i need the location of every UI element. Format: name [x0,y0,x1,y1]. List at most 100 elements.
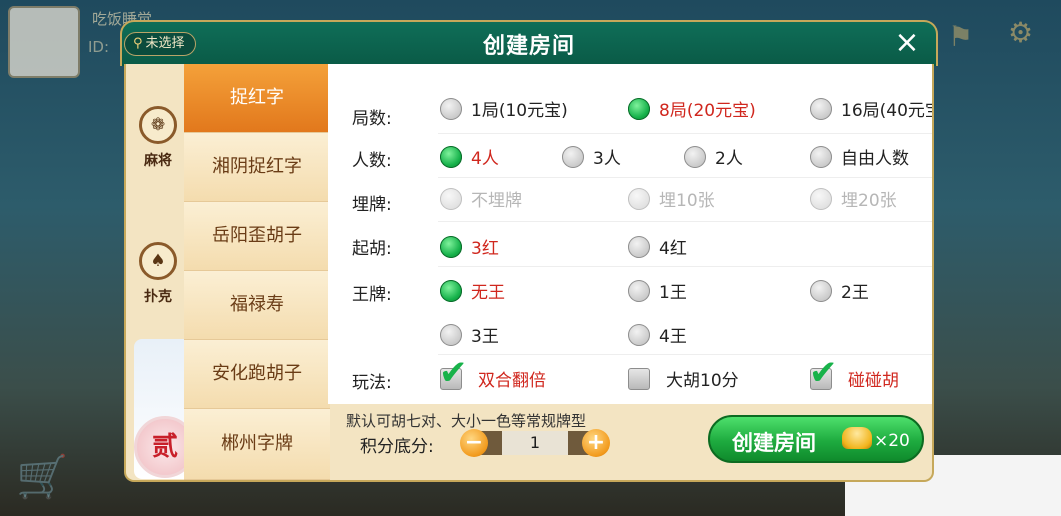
play-option-pengpeng[interactable]: 碰碰胡 [809,353,899,393]
play-label: 玩法: [352,373,392,393]
mahjong-icon: ❁ [139,106,177,144]
radio-icon [810,145,832,168]
option-text: 3王 [471,327,499,347]
radio-icon [440,323,462,346]
option-text: 2王 [841,283,869,303]
start-hu-option-4[interactable]: 4红 [628,234,687,259]
bury-option-20: 埋20张 [810,186,897,211]
location-label: 未选择 [145,36,185,51]
option-text: 8局(20元宝) [659,101,756,121]
king-label: 王牌: [352,285,392,305]
shop-icon: ⚑ [948,20,974,53]
gear-icon: ⚙ [1008,16,1034,49]
option-text: 16局(40元宝) [841,101,932,121]
create-room-button[interactable]: 创建房间 ×20 [708,415,924,463]
king-option-1[interactable]: 1王 [628,278,687,303]
players-option-4[interactable]: 4人 [440,144,499,169]
radio-selected-icon [628,97,650,120]
bury-label: 埋牌: [352,195,392,215]
category-mahjong[interactable]: ❁ 麻将 [134,106,182,170]
bury-option-10: 埋10张 [628,186,715,211]
row-divider [438,354,932,355]
players-label: 人数: [352,151,392,171]
play-option-big-hu[interactable]: 大胡10分 [628,366,739,391]
location-selector[interactable]: ⚲ 未选择 [124,32,196,56]
rounds-option-8[interactable]: 8局(20元宝) [628,96,756,121]
option-text: 埋10张 [659,191,715,211]
create-cost: ×20 [874,431,910,451]
game-item-anhua[interactable]: 安化跑胡子 [184,340,330,409]
cart-icon: 🛒 [16,452,69,501]
game-item-zhuohongzi[interactable]: 捉红字 [184,64,330,133]
radio-selected-icon [440,235,462,258]
category-label: 扑克 [144,289,172,305]
option-text: 4王 [659,327,687,347]
options-panel: 局数: 1局(10元宝) 8局(20元宝) 16局(40元宝) 人数: 4人 3… [328,64,932,404]
rounds-option-1[interactable]: 1局(10元宝) [440,96,568,121]
game-item-xiangyin[interactable]: 湘阴捉红字 [184,133,330,202]
dialog-title: 创建房间 [482,34,575,59]
radio-icon [810,279,832,302]
play-option-double[interactable]: 双合翻倍 [439,353,546,393]
radio-disabled-icon [810,187,832,210]
category-poker[interactable]: ♠ 扑克 [134,242,182,306]
option-text: 大胡10分 [666,371,739,391]
option-text: 4红 [659,239,687,259]
radio-icon [684,145,706,168]
score-label: 积分底分: [360,437,434,457]
game-item-fulushou[interactable]: 福禄寿 [184,271,330,340]
option-text: 碰碰胡 [848,371,899,391]
option-text: 1局(10元宝) [471,101,568,121]
option-text: 2人 [715,149,743,169]
checkbox-checked-icon [809,353,838,393]
start-hu-label: 起胡: [352,239,392,259]
radio-icon [628,279,650,302]
option-text: 3人 [593,149,621,169]
radio-disabled-icon [440,187,462,210]
bury-option-none: 不埋牌 [440,186,522,211]
radio-icon [628,235,650,258]
king-option-4[interactable]: 4王 [628,322,687,347]
radio-icon [810,97,832,120]
checkbox-icon [628,367,650,390]
create-room-dialog: 创建房间 ⚲ 未选择 × ❁ 麻将 ♠ 扑克 贰 捉红字 湘阴捉红字 岳阳歪胡子 … [120,20,938,486]
game-item-yueyang[interactable]: 岳阳歪胡子 [184,202,330,271]
option-text: 4人 [471,149,499,169]
players-option-3[interactable]: 3人 [562,144,621,169]
radio-disabled-icon [628,187,650,210]
option-text: 无王 [471,283,505,303]
score-value: 1 [502,431,568,455]
row-divider [438,133,932,134]
score-stepper: − 1 + [460,429,610,457]
radio-icon [562,145,584,168]
player-id: ID: [88,38,110,56]
king-option-3[interactable]: 3王 [440,322,499,347]
radio-icon [440,97,462,120]
option-text: 3红 [471,239,499,259]
king-option-none[interactable]: 无王 [440,278,505,303]
close-button[interactable]: × [890,26,924,60]
score-plus-button[interactable]: + [582,429,610,457]
checkbox-checked-icon [439,353,468,393]
rounds-label: 局数: [352,109,392,129]
score-minus-button[interactable]: − [460,429,488,457]
start-hu-option-3[interactable]: 3红 [440,234,499,259]
gold-ingot-icon [842,427,872,449]
avatar [8,6,80,78]
category-label: 麻将 [144,153,172,169]
players-option-free[interactable]: 自由人数 [810,144,909,169]
radio-selected-icon [440,145,462,168]
row-divider [438,266,932,267]
radio-selected-icon [440,279,462,302]
game-item-chenzhou[interactable]: 郴州字牌 [184,409,330,480]
location-pin-icon: ⚲ [133,36,143,51]
rule-description: 默认可胡七对、大小一色等常规牌型 [346,412,587,430]
rounds-option-16[interactable]: 16局(40元宝) [810,96,932,121]
players-option-2[interactable]: 2人 [684,144,743,169]
spade-icon: ♠ [139,242,177,280]
option-text: 埋20张 [841,191,897,211]
row-divider [438,177,932,178]
create-room-label: 创建房间 [732,431,816,455]
king-option-2[interactable]: 2王 [810,278,869,303]
option-text: 双合翻倍 [478,371,546,391]
